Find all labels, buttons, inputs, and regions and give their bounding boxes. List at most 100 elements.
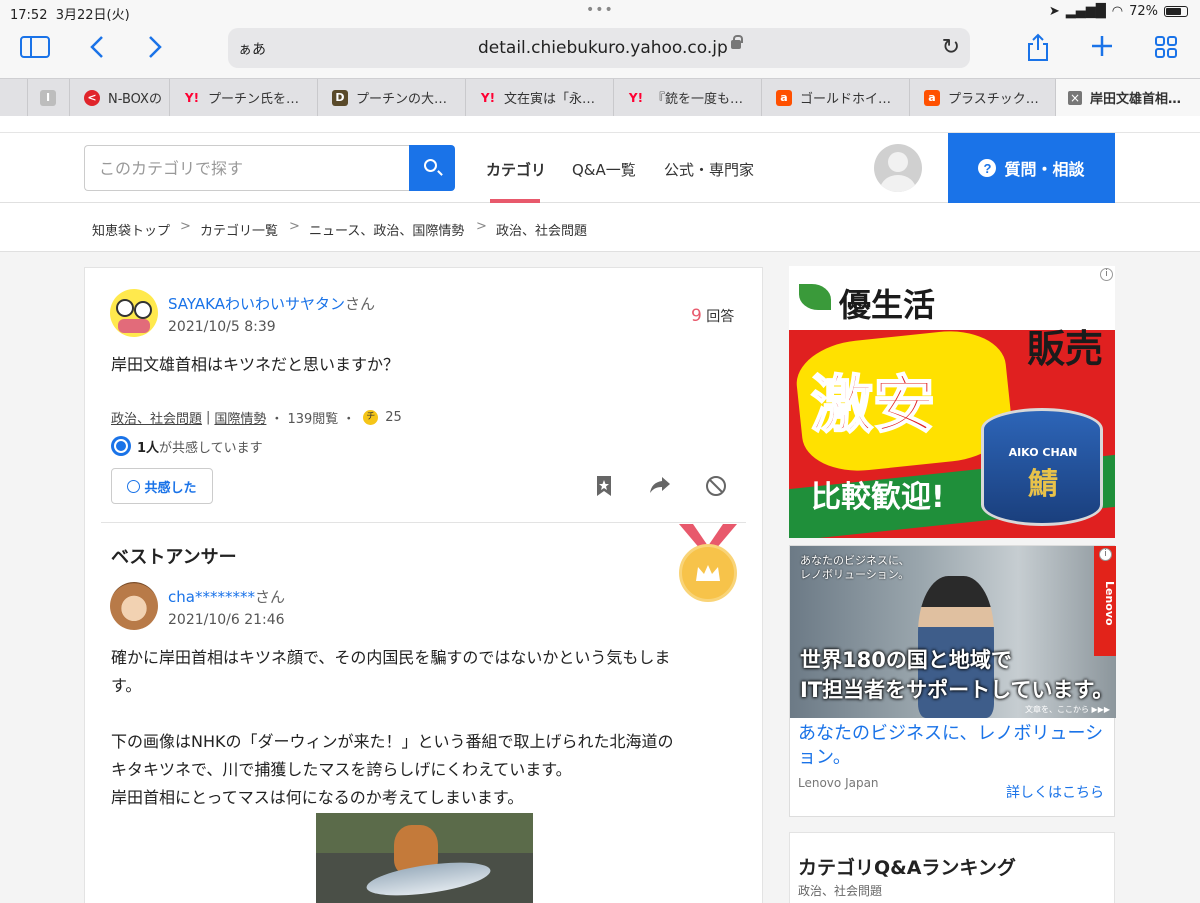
browser-tab[interactable]: Y! 『銃を一度も… <box>614 79 762 116</box>
empathy-button[interactable]: 共感した <box>111 468 213 504</box>
category-link-international[interactable]: 国際情勢 <box>214 408 266 427</box>
search-button[interactable] <box>409 145 455 191</box>
yahoo-favicon: Y! <box>628 90 644 105</box>
lock-icon <box>731 35 743 49</box>
browser-toolbar: ぁあ detail.chiebukuro.yahoo.co.jp ↻ <box>0 24 1200 78</box>
question-text: 岸田文雄首相はキツネだと思いますか？ <box>111 355 400 374</box>
tab-favicon: I <box>40 89 56 106</box>
yahoo-favicon: Y! <box>480 90 496 105</box>
section-divider <box>101 522 746 523</box>
browser-tab[interactable]: a プラスチック… <box>910 79 1056 116</box>
url-text[interactable]: detail.chiebukuro.yahoo.co.jp <box>478 38 728 58</box>
answer-body: 確かに岸田首相はキツネ顔で、その内国民を騙すのではないかという気もしま す。 下… <box>111 648 674 807</box>
question-meta: 政治、社会問題 | 国際情勢 ・ 139閲覧・ チ 25 <box>111 408 402 427</box>
reload-icon[interactable]: ↻ <box>942 35 960 60</box>
browser-tab[interactable]: < N-BOXの <box>70 79 170 116</box>
wifi-icon: ◠ <box>1111 4 1124 19</box>
tab-label: ゴールドホイ… <box>800 92 892 107</box>
tab-bar: I < N-BOXの Y! プーチン氏を… D プーチンの大… Y! 文在寅は「… <box>0 78 1200 116</box>
question-mark-icon: ? <box>978 159 997 177</box>
tab-overview-icon[interactable] <box>1154 35 1178 64</box>
ask-button-label: 質問・相談 <box>1004 162 1085 179</box>
chevron-right-icon: > <box>180 219 191 234</box>
nav-experts[interactable]: 公式・専門家 <box>664 159 754 180</box>
breadcrumb-news[interactable]: ニュース、政治、国際情勢 <box>309 220 464 239</box>
tab-favicon: < <box>84 89 100 106</box>
search-icon <box>424 159 437 172</box>
browser-tab[interactable]: Y! プーチン氏を… <box>170 79 318 116</box>
question-card: SAYAKAわいわいサヤタンさん 2021/10/5 8:39 9 回答 岸田文… <box>84 267 763 903</box>
answer-user-avatar[interactable] <box>110 582 158 630</box>
tab-label: N-BOXの <box>108 92 162 107</box>
coin-count: 25 <box>385 410 402 425</box>
signal-icon: ▂▄▆█ <box>1065 4 1106 19</box>
sidebar-icon[interactable] <box>20 36 50 63</box>
advertisement-canned-fish[interactable]: 優生活 激安 販売 比較歓迎! AIKO CHAN 鯖 i <box>789 266 1115 538</box>
ad-title-link[interactable]: あなたのビジネスに、レノボリューション。 <box>798 722 1108 770</box>
reader-aa-button[interactable]: ぁあ <box>238 39 266 59</box>
nav-category[interactable]: カテゴリ <box>486 159 546 180</box>
question-user-name[interactable]: SAYAKAわいわいサヤタンさん <box>168 293 375 314</box>
browser-tab[interactable]: I <box>28 79 70 116</box>
forward-icon[interactable] <box>146 34 164 65</box>
tab-label: 『銃を一度も… <box>652 92 744 107</box>
breadcrumb-politics[interactable]: 政治、社会問題 <box>496 220 587 239</box>
tab-close-icon[interactable]: × <box>1068 90 1082 105</box>
question-date: 2021/10/5 8:39 <box>168 319 276 335</box>
lenovo-logo: Lenovo <box>1094 546 1116 656</box>
location-icon: ➤ <box>1048 4 1060 19</box>
ad-cta-strip: 文章を、ここから ▶▶▶ <box>1025 705 1110 714</box>
chevron-right-icon: > <box>289 219 300 234</box>
bookmark-icon[interactable] <box>593 475 615 497</box>
tab-label: 文在寅は「永… <box>504 92 596 107</box>
advertisement-lenovo[interactable]: あなたのビジネスに、 レノボリューション。 Lenovo 世界180の国と地域で … <box>789 545 1116 817</box>
breadcrumb-top[interactable]: 知恵袋トップ <box>92 220 170 239</box>
category-search-input[interactable] <box>84 145 410 191</box>
ad-more-link[interactable]: 詳しくはこちら <box>1006 782 1104 802</box>
browser-tab[interactable]: D プーチンの大… <box>318 79 466 116</box>
site-header: カテゴリ Q&A一覧 公式・専門家 ? 質問・相談 <box>0 133 1200 203</box>
status-bar: 17:52 3月22日(火) ••• ➤ ▂▄▆█ ◠ 72% <box>0 0 1200 24</box>
address-bar[interactable]: ぁあ detail.chiebukuro.yahoo.co.jp ↻ <box>228 28 970 68</box>
tab-partial[interactable] <box>0 79 28 116</box>
block-icon[interactable] <box>705 475 727 497</box>
view-count: 139閲覧 <box>287 412 339 427</box>
ask-question-button[interactable]: ? 質問・相談 <box>948 133 1115 203</box>
empathy-summary: 1人が共感しています <box>111 436 263 456</box>
tab-label: プラスチック… <box>948 92 1039 107</box>
share-arrow-icon[interactable] <box>649 475 671 497</box>
ad-headline: 激安 <box>810 367 936 442</box>
share-icon[interactable] <box>1026 32 1050 67</box>
ad-sponsor: Lenovo Japan <box>798 776 879 790</box>
empathy-icon <box>111 436 131 456</box>
empathy-button-label: 共感した <box>144 479 197 495</box>
answer-user-name[interactable]: cha********さん <box>168 586 285 607</box>
ad-small-copy: あなたのビジネスに、 レノボリューション。 <box>800 554 910 581</box>
user-avatar-icon[interactable] <box>874 144 922 192</box>
question-user-avatar[interactable] <box>110 289 158 337</box>
answer-count[interactable]: 9 回答 <box>691 306 734 326</box>
answer-date: 2021/10/6 21:46 <box>168 612 285 628</box>
can-label: AIKO CHAN 鯖 <box>1008 446 1078 502</box>
ranking-subtitle[interactable]: 政治、社会問題 <box>798 882 882 899</box>
back-icon[interactable] <box>88 34 106 65</box>
empathy-small-icon <box>127 479 141 493</box>
tab-label: 岸田文雄首相… <box>1090 92 1182 107</box>
category-link-politics[interactable]: 政治、社会問題 <box>111 408 202 427</box>
new-tab-icon[interactable] <box>1090 34 1114 63</box>
ad-welcome-text: 比較歓迎! <box>811 480 945 515</box>
nav-qa-list[interactable]: Q&A一覧 <box>572 159 636 180</box>
ad-headline-1: 世界180の国と地域で <box>800 648 1012 672</box>
browser-tab[interactable]: Y! 文在寅は「永… <box>466 79 614 116</box>
fox-photo[interactable] <box>316 813 533 903</box>
browser-tab-active[interactable]: × 岸田文雄首相… <box>1056 79 1200 116</box>
ad-info-icon[interactable]: i <box>1100 268 1113 281</box>
multitask-dots-icon[interactable]: ••• <box>586 2 614 18</box>
browser-tab[interactable]: a ゴールドホイ… <box>762 79 910 116</box>
ad-headline-2: IT担当者をサポートしています。 <box>800 678 1114 702</box>
ad-photo: あなたのビジネスに、 レノボリューション。 Lenovo 世界180の国と地域で … <box>790 546 1116 718</box>
ad-info-icon[interactable]: i <box>1099 548 1112 561</box>
battery-percent: 72% <box>1129 4 1158 19</box>
breadcrumb-categories[interactable]: カテゴリ一覧 <box>200 220 278 239</box>
best-answer-medal-icon <box>679 544 737 602</box>
